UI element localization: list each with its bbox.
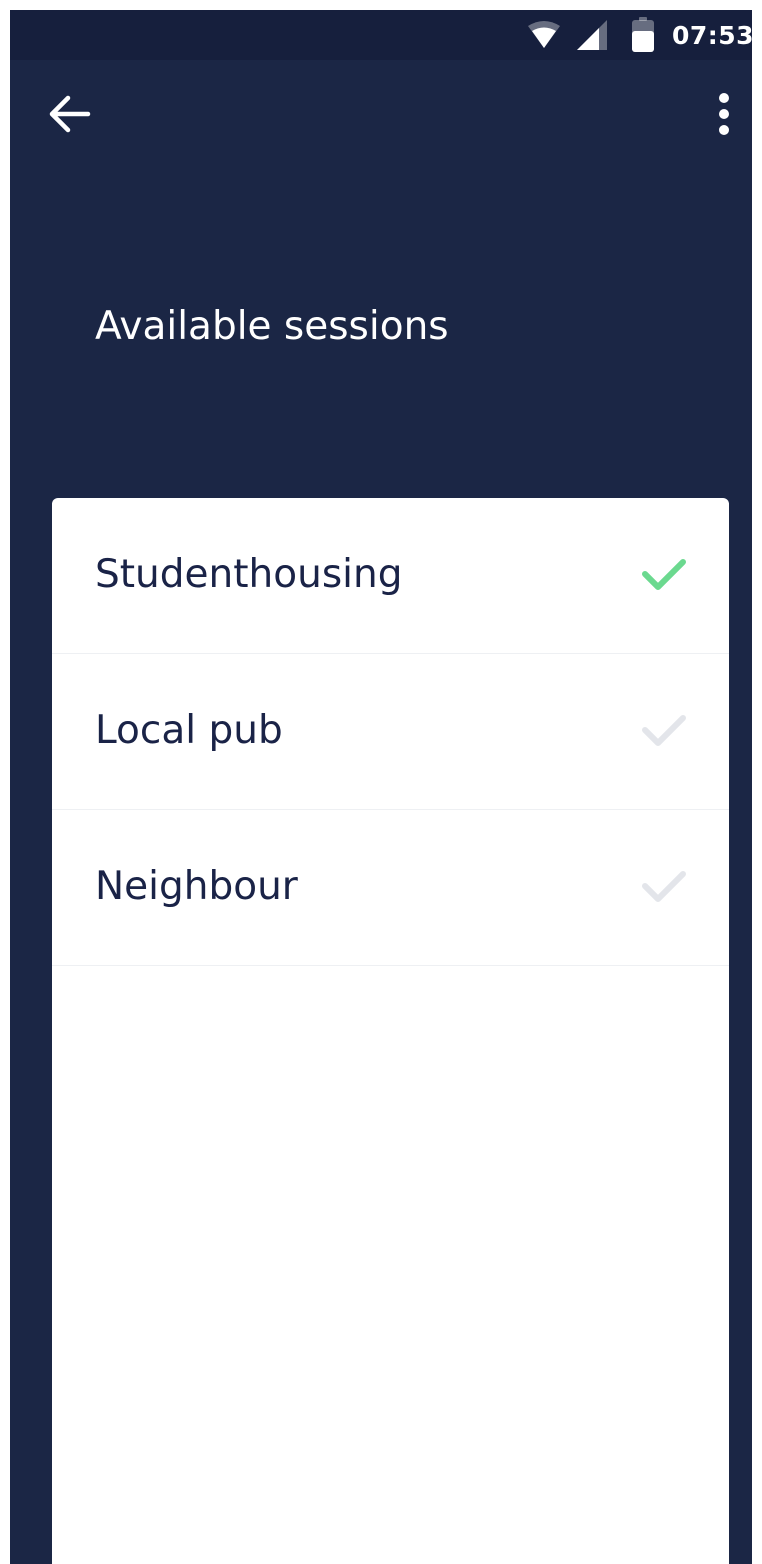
- back-button[interactable]: [40, 84, 100, 144]
- battery-icon: [628, 10, 658, 60]
- session-item-neighbour[interactable]: Neighbour: [52, 810, 729, 966]
- check-icon: [642, 715, 686, 746]
- session-item-studenthousing[interactable]: Studenthousing: [52, 498, 729, 654]
- sessions-card: Studenthousing Local pub Neighbour: [52, 498, 729, 1564]
- session-label: Neighbour: [95, 864, 298, 909]
- status-time: 07:53: [672, 21, 752, 50]
- more-options-button[interactable]: [694, 84, 752, 144]
- arrow-left-icon: [49, 95, 91, 133]
- page-title: Available sessions: [95, 304, 449, 349]
- wifi-icon: [524, 10, 564, 60]
- app-screen: 07:53 Available sessions Studenthousing …: [10, 10, 752, 1564]
- session-label: Studenthousing: [95, 552, 403, 597]
- status-bar: 07:53: [10, 10, 752, 60]
- app-bar: [10, 60, 752, 170]
- cell-signal-icon: [572, 10, 612, 60]
- session-label: Local pub: [95, 708, 283, 753]
- check-icon: [642, 871, 686, 902]
- check-icon: [642, 559, 686, 590]
- more-vertical-icon: [719, 93, 729, 135]
- session-item-local-pub[interactable]: Local pub: [52, 654, 729, 810]
